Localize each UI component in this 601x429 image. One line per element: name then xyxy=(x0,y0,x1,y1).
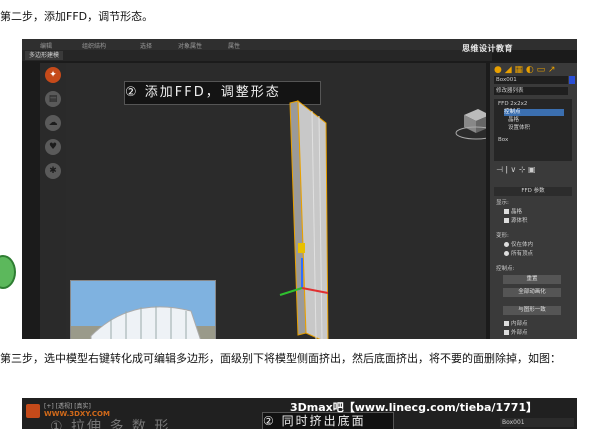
inside-points-check[interactable]: 内部点 xyxy=(504,319,528,327)
stack-tools-icons[interactable]: ⊣ ǀ ∨ ⊹ ▣ xyxy=(496,165,536,174)
tab-polygon-modeling[interactable]: 多边形建模 xyxy=(25,51,64,60)
modifier-list-dropdown[interactable]: 修改器列表 xyxy=(494,87,568,95)
deform-inside-option[interactable]: 仅在体内 xyxy=(504,240,533,248)
stack-item-ffd[interactable]: FFD 2x2x2 xyxy=(498,101,527,108)
step3-caption: 第三步，选中模型右键转化成可编辑多边形，面级别下将模型侧面挤出，然后底面挤出，将… xyxy=(0,352,561,365)
reference-photo xyxy=(70,280,216,339)
deform-all-vertices-option[interactable]: 所有顶点 xyxy=(504,249,533,257)
view-cube-icon xyxy=(455,109,486,140)
display-source-volume-option[interactable]: 源体积 xyxy=(504,216,528,224)
modifier-stack: FFD 2x2x2 控制点 晶格 设置体积 Box xyxy=(494,99,572,161)
viewport-label[interactable]: [+] [透视] [真实] xyxy=(44,401,91,410)
floating-badge-icon[interactable] xyxy=(0,255,16,289)
app-logo-icon[interactable]: ✦ xyxy=(45,67,61,83)
stack-item-box[interactable]: Box xyxy=(498,137,508,144)
stack-item-set-volume[interactable]: 设置体积 xyxy=(508,125,530,132)
ribbon-tab-bar: 多边形建模 xyxy=(22,50,492,61)
reset-button[interactable]: 重置 xyxy=(503,275,561,284)
outside-points-check[interactable]: 外部点 xyxy=(504,328,528,336)
object-color-swatch[interactable] xyxy=(569,76,575,84)
display-label: 显示: xyxy=(496,200,509,206)
perspective-viewport[interactable]: ② 添加FFD，调整形态 xyxy=(66,63,486,339)
menu-item[interactable]: 组织结构 xyxy=(82,41,106,50)
ffd-params-rollout[interactable]: FFD 参数 xyxy=(494,187,572,196)
conform-to-shape-button[interactable]: 与图形一致 xyxy=(503,306,561,315)
animate-all-button[interactable]: 全部动画化 xyxy=(503,288,561,297)
object-name-field[interactable]: Box001 xyxy=(494,76,568,84)
screenshot-ffd: 编辑 组织结构 选择 对象属性 属性 多边形建模 思维设计教育 ✦ ▤ ☁ ♥ … xyxy=(22,39,577,339)
screenshot-extrude: [+] [透视] [真实] WWW.3DXY.COM ① 拉伸 多 数 形 ② … xyxy=(22,398,577,429)
command-panel: ● ◢ ▦ ◐ ▭ ↗ Box001 修改器列表 FFD 2x2x2 控制点 晶… xyxy=(490,63,577,339)
display-lattice-option[interactable]: 晶格 xyxy=(504,207,522,215)
stack-item-control-points[interactable]: 控制点 xyxy=(504,109,564,116)
heart-icon[interactable]: ♥ xyxy=(45,139,61,155)
gear-icon[interactable]: ✱ xyxy=(45,163,61,179)
app-logo-icon[interactable] xyxy=(26,404,40,418)
document-icon[interactable]: ▤ xyxy=(45,91,61,107)
brand-watermark: 思维设计教育 xyxy=(462,44,513,53)
object-name-field[interactable]: Box001 xyxy=(500,418,574,427)
menu-item[interactable]: 对象属性 xyxy=(178,41,202,50)
cloud-icon[interactable]: ☁ xyxy=(45,115,61,131)
stack-item-lattice[interactable]: 晶格 xyxy=(508,117,519,124)
forum-watermark: 3Dmax吧【www.linecg.com/tieba/1771】 xyxy=(290,401,538,414)
menu-item[interactable]: 属性 xyxy=(228,41,240,50)
step2-caption: 第二步，添加FFD，调节形态。 xyxy=(0,10,154,23)
previous-step-banner: ① 拉伸 多 数 形 xyxy=(50,419,171,429)
menu-item[interactable]: 编辑 xyxy=(40,41,52,50)
command-tabs-icons[interactable]: ● ◢ ▦ ◐ ▭ ↗ xyxy=(494,65,555,75)
left-toolbar: ✦ ▤ ☁ ♥ ✱ xyxy=(40,63,66,339)
menu-item[interactable]: 选择 xyxy=(140,41,152,50)
control-points-label: 控制点: xyxy=(496,266,515,272)
deform-label: 变形: xyxy=(496,233,509,239)
